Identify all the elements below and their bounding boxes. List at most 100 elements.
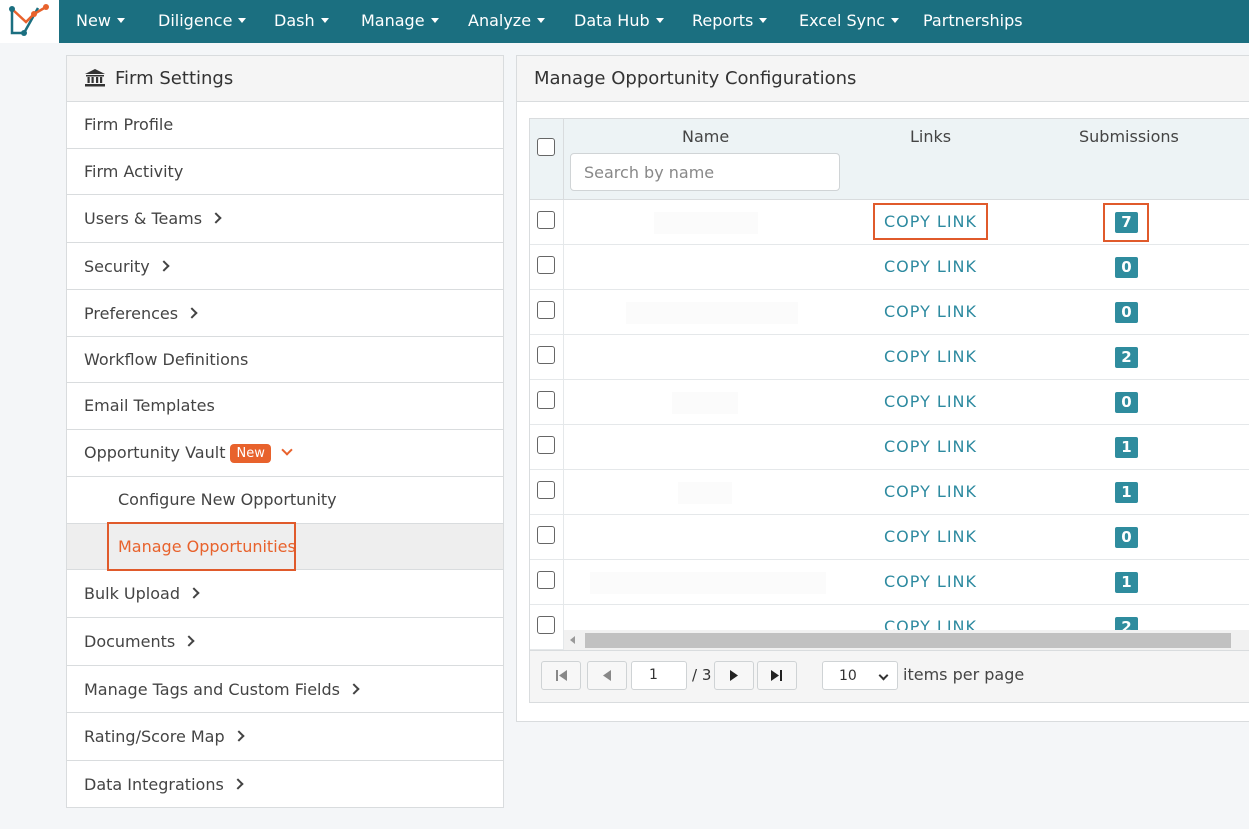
row-checkbox[interactable] — [537, 211, 555, 229]
sidebar-item-manage-tags[interactable]: Manage Tags and Custom Fields — [67, 666, 503, 713]
sidebar-item-label: Data Integrations — [84, 775, 224, 794]
table-row[interactable]: COPY LINK 1 — [530, 470, 1249, 515]
row-checkbox[interactable] — [537, 616, 555, 634]
caret-down-icon — [320, 18, 329, 23]
row-checkbox[interactable] — [537, 346, 555, 364]
nav-data-hub[interactable]: Data Hub — [574, 0, 664, 43]
copy-link-button[interactable]: COPY LINK — [884, 572, 977, 591]
sidebar-item-bulk-upload[interactable]: Bulk Upload — [67, 570, 503, 618]
copy-link-button[interactable]: COPY LINK — [884, 527, 977, 546]
row-check-cell — [530, 200, 564, 245]
row-checkbox[interactable] — [537, 256, 555, 274]
table-row[interactable]: COPY LINK 0 — [530, 290, 1249, 335]
opportunity-grid: Name Links Submissions COPY LINK 7 COPY … — [529, 118, 1249, 703]
row-checkbox[interactable] — [537, 301, 555, 319]
sidebar-item-workflow-definitions[interactable]: Workflow Definitions — [67, 337, 503, 383]
submissions-count[interactable]: 0 — [1115, 302, 1138, 323]
app-logo[interactable] — [0, 0, 59, 43]
row-checkbox[interactable] — [537, 436, 555, 454]
column-header-submissions[interactable]: Submissions — [1079, 127, 1179, 146]
row-check-cell — [530, 470, 564, 515]
table-row[interactable]: COPY LINK 1 — [530, 560, 1249, 605]
row-checkbox[interactable] — [537, 481, 555, 499]
table-row[interactable]: COPY LINK 7 — [530, 200, 1249, 245]
row-checkbox[interactable] — [537, 391, 555, 409]
chevron-right-icon — [183, 635, 195, 647]
caret-down-icon — [430, 18, 439, 23]
sidebar-item-opportunity-vault[interactable]: Opportunity Vault New — [67, 430, 503, 477]
row-check-cell — [530, 380, 564, 425]
nav-diligence-label: Diligence — [158, 11, 233, 30]
scrollbar-thumb[interactable] — [585, 633, 1231, 648]
first-page-button[interactable] — [541, 661, 581, 690]
nav-diligence[interactable]: Diligence — [158, 0, 247, 43]
copy-link-button[interactable]: COPY LINK — [884, 257, 977, 276]
copy-link-button[interactable]: COPY LINK — [884, 347, 977, 366]
row-name — [570, 347, 840, 369]
submissions-count[interactable]: 0 — [1115, 392, 1138, 413]
nav-reports[interactable]: Reports — [692, 0, 768, 43]
panel-header: Manage Opportunity Configurations — [517, 56, 1249, 102]
submissions-count[interactable]: 2 — [1115, 347, 1138, 368]
sidebar-item-users-teams[interactable]: Users & Teams — [67, 195, 503, 243]
sidebar-item-label: Bulk Upload — [84, 584, 180, 603]
select-all-checkbox[interactable] — [537, 138, 555, 156]
nav-new[interactable]: New — [76, 0, 125, 43]
sidebar-item-label: Rating/Score Map — [84, 727, 225, 746]
nav-manage[interactable]: Manage — [361, 0, 439, 43]
highlight-box — [107, 522, 296, 571]
submissions-count[interactable]: 0 — [1115, 527, 1138, 548]
sidebar-item-preferences[interactable]: Preferences — [67, 290, 503, 337]
nav-dash[interactable]: Dash — [274, 0, 329, 43]
table-row[interactable]: COPY LINK 1 — [530, 425, 1249, 470]
next-page-button[interactable] — [714, 661, 754, 690]
copy-link-button[interactable]: COPY LINK — [884, 392, 977, 411]
highlight-box — [1103, 203, 1149, 242]
submissions-count[interactable]: 1 — [1115, 572, 1138, 593]
chevron-down-icon — [281, 444, 293, 456]
nav-excel-sync[interactable]: Excel Sync — [799, 0, 900, 43]
submissions-count[interactable]: 1 — [1115, 437, 1138, 458]
last-page-button[interactable] — [757, 661, 797, 690]
page-size-select[interactable]: 10 — [822, 661, 898, 690]
row-checkbox[interactable] — [537, 526, 555, 544]
prev-page-button[interactable] — [587, 661, 627, 690]
sidebar-item-data-integrations[interactable]: Data Integrations — [67, 761, 503, 807]
sidebar-item-security[interactable]: Security — [67, 243, 503, 290]
sidebar-item-label: Workflow Definitions — [84, 350, 249, 369]
sidebar-item-configure-new-opportunity[interactable]: Configure New Opportunity — [67, 477, 503, 524]
nav-new-label: New — [76, 11, 111, 30]
copy-link-button[interactable]: COPY LINK — [884, 302, 977, 321]
table-row[interactable]: COPY LINK 0 — [530, 245, 1249, 290]
nav-partnerships[interactable]: Partnerships — [923, 0, 1023, 43]
highlight-box — [873, 203, 988, 240]
column-header-links[interactable]: Links — [910, 127, 951, 146]
submissions-count[interactable]: 1 — [1115, 482, 1138, 503]
table-row[interactable]: COPY LINK 2 — [530, 335, 1249, 380]
submissions-count[interactable]: 0 — [1115, 257, 1138, 278]
row-name — [570, 437, 840, 459]
sidebar-item-label: Documents — [84, 632, 176, 651]
nav-analyze[interactable]: Analyze — [468, 0, 546, 43]
page-number-input[interactable]: 1 — [631, 661, 687, 690]
table-row[interactable]: COPY LINK 0 — [530, 380, 1249, 425]
scroll-left-icon[interactable] — [570, 636, 575, 644]
row-name — [570, 257, 840, 279]
sidebar-item-label: Security — [84, 257, 150, 276]
sidebar-item-rating-score-map[interactable]: Rating/Score Map — [67, 713, 503, 761]
table-row[interactable]: COPY LINK 0 — [530, 515, 1249, 560]
sidebar-item-email-templates[interactable]: Email Templates — [67, 383, 503, 430]
row-checkbox[interactable] — [537, 571, 555, 589]
copy-link-button[interactable]: COPY LINK — [884, 437, 977, 456]
search-input[interactable] — [570, 153, 840, 191]
nav-analyze-label: Analyze — [468, 11, 532, 30]
nav-manage-label: Manage — [361, 11, 425, 30]
horizontal-scrollbar[interactable] — [564, 630, 1249, 650]
sidebar-item-firm-activity[interactable]: Firm Activity — [67, 149, 503, 195]
column-header-name[interactable]: Name — [682, 127, 729, 146]
sidebar-item-documents[interactable]: Documents — [67, 618, 503, 666]
caret-down-icon — [116, 18, 125, 23]
chevron-right-icon — [210, 212, 222, 224]
sidebar-item-firm-profile[interactable]: Firm Profile — [67, 102, 503, 149]
copy-link-button[interactable]: COPY LINK — [884, 482, 977, 501]
